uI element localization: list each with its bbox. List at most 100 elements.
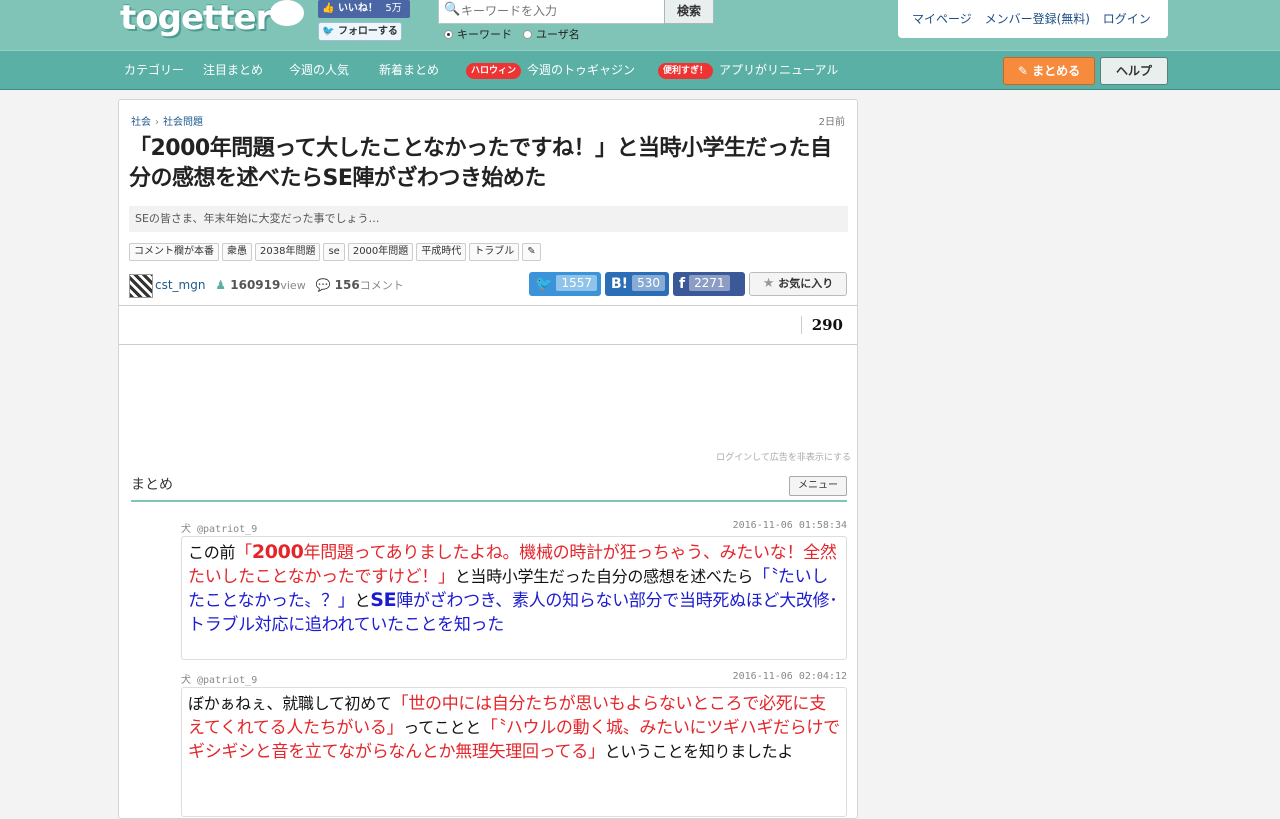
tweet-item: 犬 @patriot_9 2016-11-06 01:58:34 この前「2000… bbox=[181, 520, 847, 660]
togetter-logo[interactable]: togetter bbox=[120, 0, 310, 42]
radio-dot-selected bbox=[444, 30, 453, 39]
tweet-text: SE bbox=[370, 589, 397, 611]
twitter-share-count: 1557 bbox=[556, 275, 597, 291]
hatena-b-icon: B! bbox=[611, 276, 629, 292]
tweet-timestamp[interactable]: 2016-11-06 02:04:12 bbox=[733, 671, 847, 682]
promo-badge: 便利すぎ！ bbox=[658, 63, 714, 79]
nav-promo-togazine[interactable]: ハロウィン 今週のトゥギャジン bbox=[466, 51, 635, 89]
twitter-follow-button[interactable]: 🐦 フォローする bbox=[318, 22, 402, 41]
page-title: 「2000年問題って大したことなかったですね！」と当時小学生だった自分の感想を述… bbox=[129, 136, 832, 191]
tweet-user[interactable]: 犬 @patriot_9 bbox=[181, 675, 257, 686]
nav-category[interactable]: カテゴリー bbox=[124, 51, 184, 89]
nav-new[interactable]: 新着まとめ bbox=[379, 51, 439, 89]
avatar[interactable] bbox=[129, 273, 153, 298]
count-bar: 290 bbox=[119, 305, 857, 345]
tag[interactable]: 衆愚 bbox=[222, 243, 252, 261]
description: SEの皆さま、年末年始に大変だった事でしょう… bbox=[129, 206, 848, 232]
twitter-share-button[interactable]: 🐦 1557 bbox=[529, 272, 601, 296]
twitter-bird-icon: 🐦 bbox=[535, 276, 553, 292]
section-header: まとめ メニュー bbox=[131, 476, 847, 502]
user-icon: ♟ bbox=[215, 278, 227, 292]
user-links: マイページ メンバー登録(無料) ログイン bbox=[898, 0, 1168, 38]
create-matome-button[interactable]: ✎ まとめる bbox=[1003, 57, 1095, 85]
site-header: togetter 👍 いいね！ 5万 🐦 フォローする 🔍 検索 キーワード ユ… bbox=[0, 0, 1280, 50]
menu-button[interactable]: メニュー bbox=[789, 476, 847, 496]
chevron-right-icon: › bbox=[155, 117, 159, 128]
tag[interactable]: 2038年問題 bbox=[255, 243, 321, 261]
tag[interactable]: 平成時代 bbox=[416, 243, 467, 261]
radio-keyword-label: キーワード bbox=[457, 28, 512, 41]
pencil-icon: ✎ bbox=[1017, 64, 1028, 78]
tag[interactable]: 2000年問題 bbox=[347, 243, 414, 261]
facebook-like-button[interactable]: 👍 いいね！ 5万 bbox=[318, 0, 410, 18]
facebook-share-button[interactable]: f 2271 bbox=[673, 272, 745, 296]
nav-weekly-popular[interactable]: 今週の人気 bbox=[289, 51, 349, 89]
breadcrumb: 社会 › 社会問題 bbox=[131, 113, 203, 128]
tweet-text: と当時小学生だった自分の感想を述べたら bbox=[454, 567, 754, 586]
radio-user[interactable]: ユーザ名 bbox=[523, 28, 580, 42]
tweet-item: 犬 @patriot_9 2016-11-06 02:04:12 ぼかぁねぇ、就職… bbox=[181, 671, 847, 817]
section-label: まとめ bbox=[131, 477, 173, 493]
radio-user-label: ユーザ名 bbox=[536, 28, 580, 41]
twitter-bird-icon: 🐦 bbox=[322, 26, 335, 37]
matome-label: まとめる bbox=[1032, 64, 1081, 78]
fb-like-count: 5万 bbox=[385, 3, 402, 14]
tag[interactable]: コメント欄が本番 bbox=[129, 243, 219, 261]
star-icon: ★ bbox=[762, 276, 775, 291]
comment-icon: 💬 bbox=[315, 278, 331, 292]
breadcrumb-society[interactable]: 社会 bbox=[131, 117, 151, 128]
edit-tags-pencil-icon[interactable]: ✎ bbox=[522, 243, 541, 261]
comments-unit: コメント bbox=[359, 279, 404, 292]
author-name[interactable]: cst_mgn bbox=[155, 278, 205, 292]
breadcrumb-social-issues[interactable]: 社会問題 bbox=[163, 117, 203, 128]
facebook-share-count: 2271 bbox=[689, 275, 730, 291]
tag-list: コメント欄が本番 衆愚 2038年問題 se 2000年問題 平成時代 トラブル ✎ bbox=[129, 243, 544, 263]
logo-text: togetter bbox=[120, 0, 272, 38]
favorite-count: 290 bbox=[800, 316, 843, 334]
search-icon: 🔍 bbox=[444, 2, 461, 17]
tweet-text: 2000 bbox=[251, 541, 304, 563]
radio-keyword[interactable]: キーワード bbox=[444, 28, 512, 42]
tweet-text: ということを知りましたよ bbox=[604, 742, 794, 761]
promo-badge: ハロウィン bbox=[466, 63, 522, 79]
nav-bar: カテゴリー 注目まとめ 今週の人気 新着まとめ ハロウィン 今週のトゥギャジン 便… bbox=[0, 50, 1280, 90]
search-button[interactable]: 検索 bbox=[664, 0, 714, 24]
tweet-meta: 犬 @patriot_9 2016-11-06 02:04:12 bbox=[181, 671, 847, 687]
article-card: 社会 › 社会問題 2日前 「2000年問題って大したことなかったですね！」と当時小… bbox=[118, 99, 858, 819]
nav-featured[interactable]: 注目まとめ bbox=[203, 51, 263, 89]
author-row: cst_mgn ♟ 160919view 💬 156コメント bbox=[129, 273, 404, 298]
tw-follow-label: フォローする bbox=[337, 26, 398, 37]
tweet-body: ぼかぁねぇ、就職して初めて「世の中には自分たちが思いもよらないところで必死に支え… bbox=[181, 687, 847, 817]
tag[interactable]: トラブル bbox=[469, 243, 520, 261]
nav-promo-app[interactable]: 便利すぎ！ アプリがリニューアル bbox=[658, 51, 838, 89]
fb-like-label: いいね！ bbox=[337, 3, 378, 14]
promo-text: アプリがリニューアル bbox=[719, 63, 839, 77]
hatena-bookmark-button[interactable]: B! 530 bbox=[605, 272, 669, 296]
hatena-count: 530 bbox=[632, 275, 665, 291]
mypage-link[interactable]: マイページ bbox=[912, 12, 972, 26]
posted-ago: 2日前 bbox=[818, 117, 845, 128]
tweet-timestamp[interactable]: 2016-11-06 01:58:34 bbox=[733, 520, 847, 531]
search-input[interactable] bbox=[461, 2, 661, 20]
help-button[interactable]: ヘルプ bbox=[1100, 57, 1168, 85]
tweet-text: この前 bbox=[188, 543, 236, 562]
comments-value: 156 bbox=[334, 278, 360, 292]
hide-ads-link[interactable]: ログインして広告を非表示にする bbox=[716, 450, 851, 463]
comment-count[interactable]: 💬 156コメント bbox=[316, 278, 404, 292]
favorite-button[interactable]: ★ お気に入り bbox=[749, 272, 847, 296]
radio-dot bbox=[523, 30, 532, 39]
promo-text: 今週のトゥギャジン bbox=[527, 63, 636, 77]
tweet-text: ってことと bbox=[403, 718, 481, 737]
tag[interactable]: se bbox=[323, 243, 345, 261]
view-count: ♟ 160919view bbox=[215, 278, 305, 292]
views-value: 160919 bbox=[230, 278, 281, 292]
tweet-user[interactable]: 犬 @patriot_9 bbox=[181, 524, 257, 535]
register-link[interactable]: メンバー登録(無料) bbox=[985, 12, 1090, 26]
tweet-text: と bbox=[354, 591, 371, 610]
tweet-meta: 犬 @patriot_9 2016-11-06 01:58:34 bbox=[181, 520, 847, 536]
tweet-body: この前「2000年問題ってありましたよね。機械の時計が狂っちゃう、みたいな！全然… bbox=[181, 536, 847, 660]
login-link[interactable]: ログイン bbox=[1103, 12, 1151, 26]
speech-bubble-icon bbox=[270, 0, 304, 26]
tweet-text: 「 bbox=[235, 543, 252, 563]
facebook-f-icon: f bbox=[679, 276, 686, 292]
